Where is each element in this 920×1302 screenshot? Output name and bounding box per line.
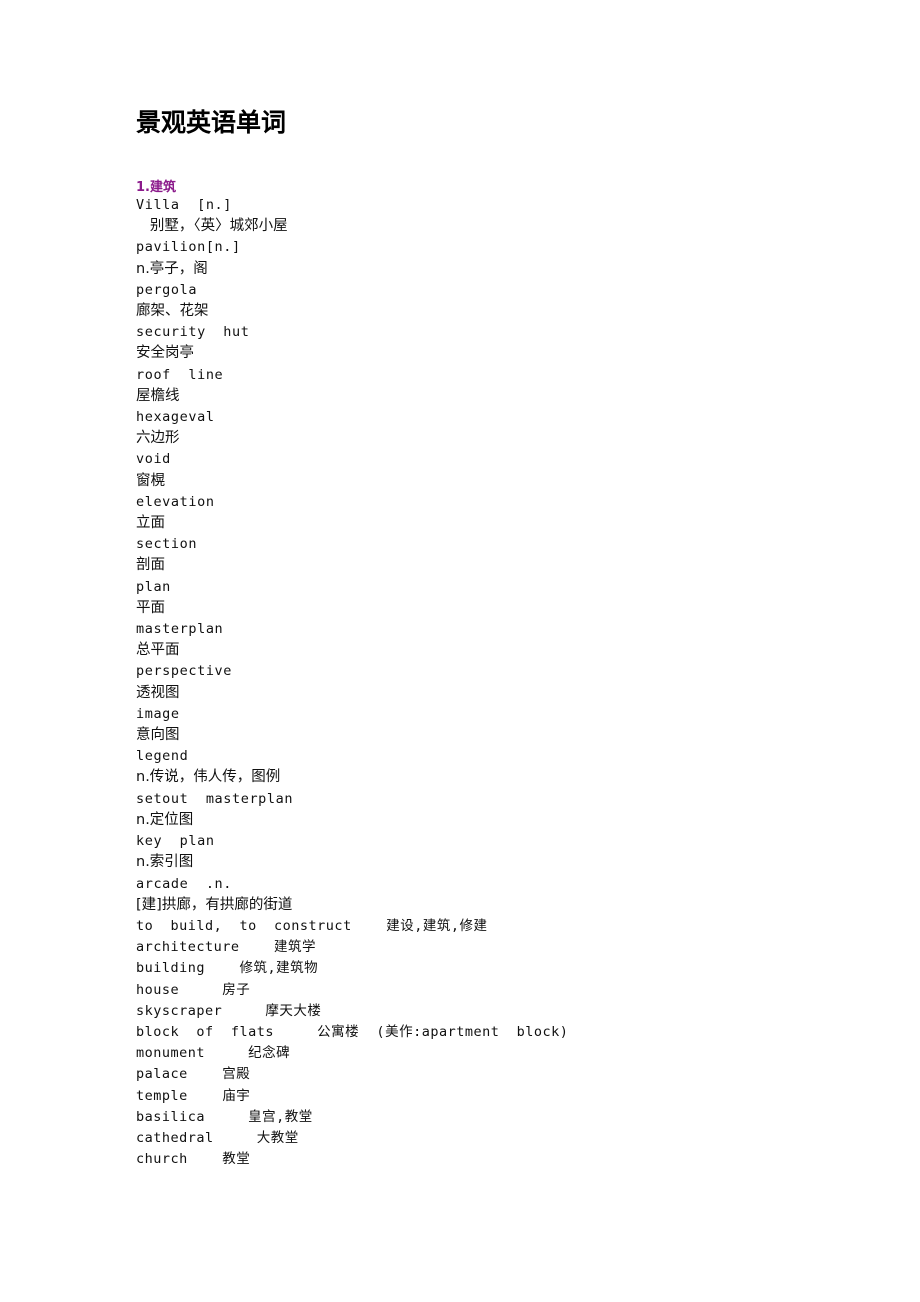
- vocab-line: building 修筑,建筑物: [136, 960, 319, 977]
- document-content: 景观英语单词 1.建筑 Villa [n.] 别墅，〈英〉城郊小屋 pavilion…: [136, 106, 836, 1170]
- vocab-line: masterplan: [136, 621, 224, 638]
- vocab-line: block of flats 公寓楼 (美作:apartment block): [136, 1023, 569, 1040]
- vocab-line: perspective: [136, 663, 233, 680]
- vocab-line: section: [136, 536, 198, 553]
- vocab-line: 总平面: [136, 642, 180, 659]
- vocab-line: 屋檐线: [136, 387, 180, 404]
- vocab-line: 安全岗亭: [136, 345, 194, 362]
- vocab-line: legend: [136, 748, 189, 765]
- vocab-line: monument 纪念碑: [136, 1045, 291, 1062]
- vocab-line: 意向图: [136, 727, 180, 744]
- vocab-line: pavilion[n.]: [136, 239, 241, 256]
- vocab-line: n.传说，伟人传，图例: [136, 769, 281, 786]
- vocab-line: [建]拱廊，有拱廊的街道: [136, 896, 293, 913]
- vocab-line: church 教堂: [136, 1151, 251, 1168]
- vocab-line: basilica 皇宫,教堂: [136, 1108, 313, 1125]
- vocab-line: 平面: [136, 599, 165, 616]
- vocab-line: roof line: [136, 366, 224, 383]
- vocab-line: plan: [136, 578, 171, 595]
- document-page: 景观英语单词 1.建筑 Villa [n.] 别墅，〈英〉城郊小屋 pavilion…: [0, 0, 920, 1302]
- vocab-line: 剖面: [136, 557, 165, 574]
- vocab-line: cathedral 大教堂: [136, 1129, 299, 1146]
- vocab-line: house 房子: [136, 981, 251, 998]
- vocab-line: to build, to construct 建设,建筑,修建: [136, 917, 488, 934]
- vocab-line: arcade .n.: [136, 875, 233, 892]
- page-title: 景观英语单词: [136, 108, 287, 137]
- vocab-line: palace 宫殿: [136, 1066, 251, 1083]
- vocab-line: pergola: [136, 281, 198, 298]
- section-heading-row: 1.建筑: [136, 176, 836, 195]
- vocab-line: setout masterplan: [136, 790, 294, 807]
- vocab-section: 1.建筑 Villa [n.] 别墅，〈英〉城郊小屋 pavilion[n.] n.亭…: [136, 176, 836, 1170]
- sections-container: 1.建筑 Villa [n.] 别墅，〈英〉城郊小屋 pavilion[n.] n.亭…: [136, 176, 836, 1170]
- vocab-line: void: [136, 451, 171, 468]
- vocab-line: 立面: [136, 515, 165, 532]
- vocab-line: hexageval: [136, 409, 215, 426]
- vocab-line: temple 庙宇: [136, 1087, 251, 1104]
- vocab-line: Villa [n.]: [136, 197, 233, 213]
- vocab-line: n.亭子，阁: [136, 260, 208, 277]
- vocab-line: key plan: [136, 833, 215, 850]
- vocab-line: 六边形: [136, 430, 180, 447]
- vocab-line: elevation: [136, 493, 215, 510]
- vocab-line: 透视图: [136, 684, 180, 701]
- vocab-line: 别墅，〈英〉城郊小屋: [136, 218, 288, 235]
- vocab-line: n.索引图: [136, 854, 194, 871]
- vocab-line: 窗榥: [136, 472, 165, 489]
- vocab-line: architecture 建筑学: [136, 939, 317, 956]
- vocab-line: skyscraper 摩天大楼: [136, 1002, 322, 1019]
- vocab-line: n.定位图: [136, 811, 194, 828]
- vocab-line: image: [136, 705, 180, 722]
- vocab-line: security hut: [136, 324, 250, 341]
- vocab-line: 廊架、花架: [136, 303, 209, 320]
- vocab-list: Villa [n.] 别墅，〈英〉城郊小屋 pavilion[n.] n.亭子，阁 p…: [136, 195, 836, 1170]
